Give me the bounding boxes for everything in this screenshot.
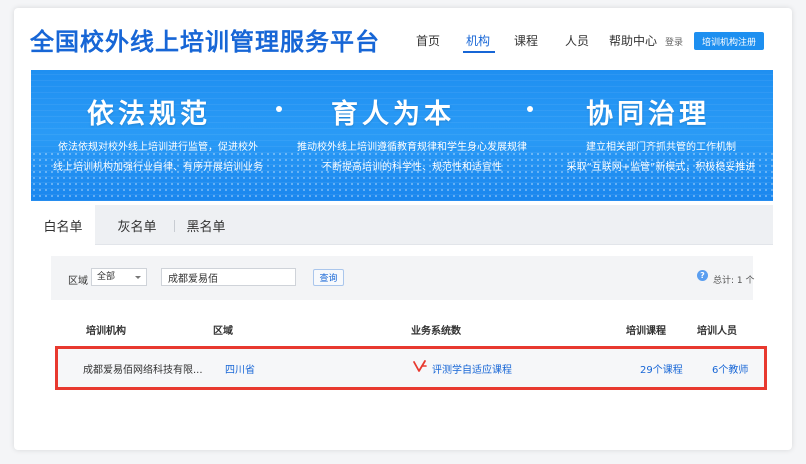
register-button[interactable]: 培训机构注册 xyxy=(694,32,764,50)
filter-bar: 区域 全部 查询 ? 总计: 1 个 xyxy=(51,256,755,300)
nav-help-center[interactable]: 帮助中心 xyxy=(609,32,657,49)
chevron-down-icon xyxy=(135,276,141,279)
banner-bullet xyxy=(527,106,533,112)
table-row[interactable]: 成都爱易佰网络科技有限... 四川省 评测学自适应课程 29个课程 6个教师 xyxy=(55,346,767,390)
banner-title-1: 依法规范 xyxy=(87,99,211,130)
column-header-region: 区域 xyxy=(213,326,233,337)
column-header-staff: 培训人员 xyxy=(697,326,737,337)
search-input[interactable] xyxy=(161,268,296,286)
banner-bullet xyxy=(276,106,282,112)
tab-whitelist[interactable]: 白名单 xyxy=(31,205,95,245)
banner-text-2b: 不断提高培训的科学性、规范性和适宜性 xyxy=(322,162,502,173)
search-button[interactable]: 查询 xyxy=(313,269,344,286)
highlight-frame xyxy=(55,346,767,390)
region-label: 区域 xyxy=(68,276,88,287)
tab-blacklist[interactable]: 黑名单 xyxy=(175,205,237,245)
info-icon: ? xyxy=(697,270,708,281)
header: 全国校外线上培训管理服务平台 首页 机构 课程 人员 帮助中心 登录 培训机构注… xyxy=(14,8,792,70)
column-header-courses: 培训课程 xyxy=(626,326,666,337)
banner-text-3a: 建立相关部门齐抓共管的工作机制 xyxy=(586,142,736,153)
column-header-org: 培训机构 xyxy=(86,326,126,337)
banner-title-3: 协同治理 xyxy=(586,99,710,130)
nav-personnel[interactable]: 人员 xyxy=(565,32,589,49)
nav-courses[interactable]: 课程 xyxy=(514,32,538,49)
banner: 依法规范 依法依规对校外线上培训进行监管，促进校外 线上培训机构加强行业自律、有… xyxy=(31,70,773,201)
login-link[interactable]: 登录 xyxy=(665,35,683,48)
banner-text-1b: 线上培训机构加强行业自律、有序开展培训业务 xyxy=(53,162,263,173)
banner-text-2a: 推动校外线上培训遵循教育规律和学生身心发展规律 xyxy=(297,142,527,153)
region-select[interactable]: 全部 xyxy=(91,268,147,286)
nav-active-underline xyxy=(463,51,495,53)
site-logo[interactable]: 全国校外线上培训管理服务平台 xyxy=(30,22,380,57)
list-tabs: 白名单 灰名单 黑名单 xyxy=(31,205,773,245)
banner-text-1a: 依法依规对校外线上培训进行监管，促进校外 xyxy=(58,142,258,153)
total-count: 总计: 1 个 xyxy=(713,276,755,286)
column-header-systems: 业务系统数 xyxy=(411,326,461,337)
nav-home[interactable]: 首页 xyxy=(416,32,440,49)
page-card: 全国校外线上培训管理服务平台 首页 机构 课程 人员 帮助中心 登录 培训机构注… xyxy=(14,8,792,450)
banner-title-2: 育人为本 xyxy=(331,99,455,130)
region-select-value: 全部 xyxy=(97,272,116,282)
tab-graylist[interactable]: 灰名单 xyxy=(105,205,169,245)
nav-institutions[interactable]: 机构 xyxy=(466,32,490,49)
banner-text-3b: 采取“互联网+监管”新模式，积极稳妥推进 xyxy=(566,162,756,173)
